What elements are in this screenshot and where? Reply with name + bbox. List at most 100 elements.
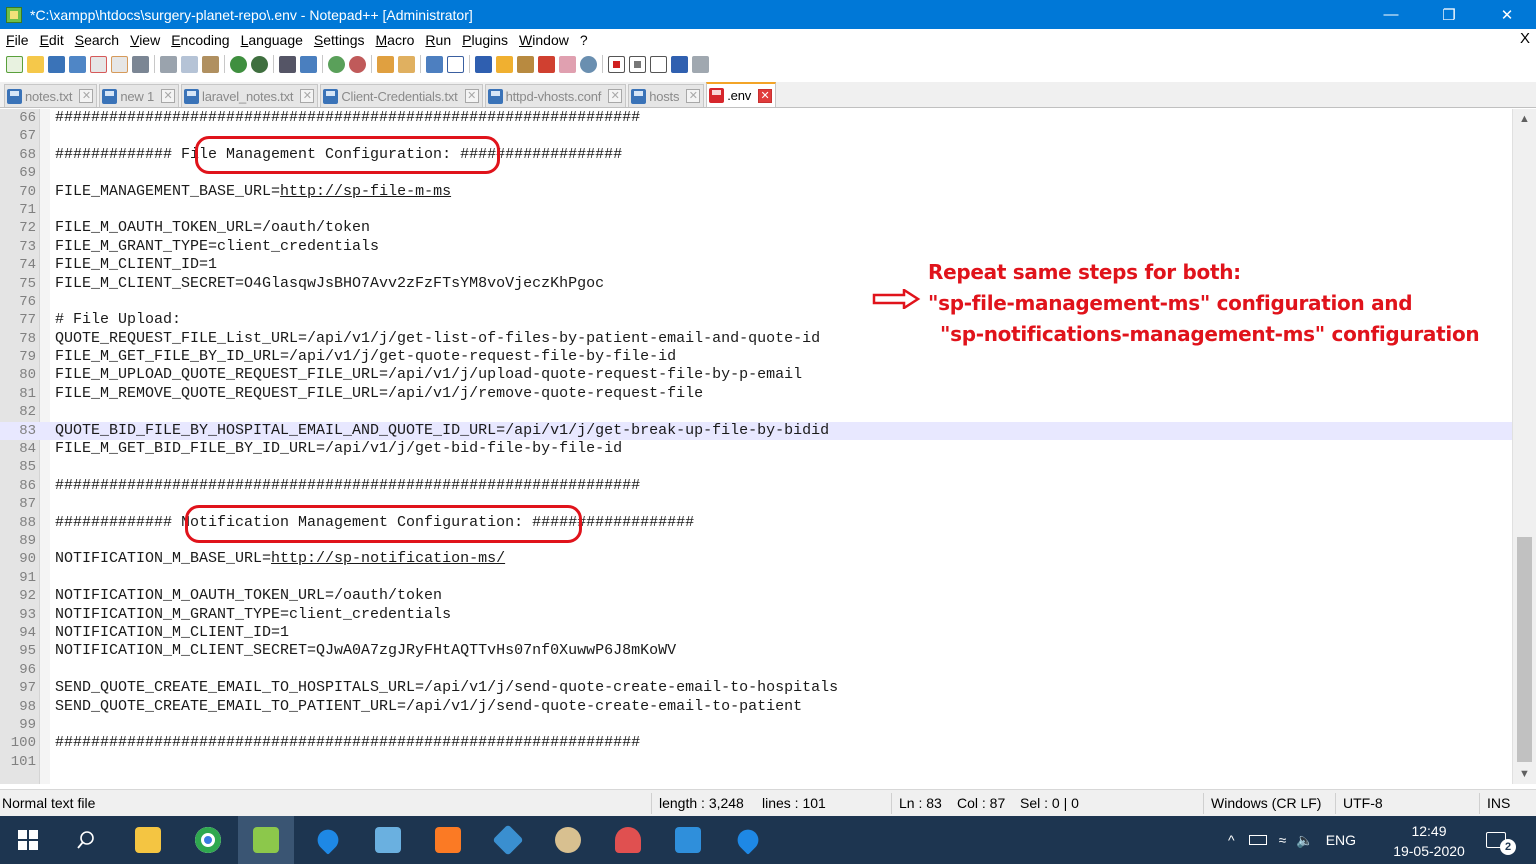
redo-icon[interactable] (251, 55, 268, 73)
close-file-icon[interactable] (90, 55, 107, 73)
url-link[interactable]: http://sp-file-m-ms (280, 183, 451, 200)
function-list-icon[interactable] (538, 55, 555, 73)
editor-line[interactable]: 90 NOTIFICATION_M_BASE_URL=http://sp-noti… (0, 550, 1512, 568)
menu-settings[interactable]: Settings (308, 32, 370, 48)
zoom-in-icon[interactable] (328, 55, 345, 73)
folder-workspace-icon[interactable] (559, 55, 576, 73)
monitoring-icon[interactable] (580, 55, 597, 73)
play-macro-icon[interactable] (650, 55, 667, 73)
taskbar-photos[interactable] (660, 816, 716, 864)
sync-horizontal-icon[interactable] (398, 55, 415, 73)
menu-view[interactable]: View (124, 32, 165, 48)
editor-line[interactable]: 92 NOTIFICATION_M_OAUTH_TOKEN_URL=/oauth/… (0, 587, 1512, 605)
tab-new-1[interactable]: new 1 ✕ (99, 84, 180, 107)
menu-search[interactable]: Search (69, 32, 124, 48)
new-file-icon[interactable] (6, 55, 23, 73)
menu-encoding[interactable]: Encoding (165, 32, 234, 48)
chevron-up-icon[interactable]: ^ (1228, 832, 1235, 848)
tab-close-icon[interactable]: ✕ (686, 89, 701, 103)
battery-icon[interactable] (1248, 835, 1267, 845)
tab-close-icon[interactable]: ✕ (608, 89, 623, 103)
paste-icon[interactable] (202, 55, 219, 73)
wifi-icon[interactable]: ≈ (1279, 832, 1287, 848)
close-all-icon[interactable] (111, 55, 128, 73)
menu-run[interactable]: Run (419, 32, 456, 48)
menu-language[interactable]: Language (235, 32, 308, 48)
taskbar-paint[interactable] (540, 816, 596, 864)
editor-line[interactable]: 84 FILE_M_GET_BID_FILE_BY_ID_URL=/api/v1/… (0, 440, 1512, 458)
menu-plugins[interactable]: Plugins (456, 32, 513, 48)
taskbar-notes-app[interactable] (360, 816, 416, 864)
taskbar-chrome[interactable] (180, 816, 236, 864)
volume-icon[interactable]: 🔈 (1296, 832, 1313, 849)
editor-line[interactable]: 86 ######################################… (0, 477, 1512, 495)
text-editor[interactable]: 66 ######################################… (0, 109, 1536, 784)
editor-line[interactable]: 99 (0, 716, 1512, 734)
taskbar-file-explorer[interactable] (120, 816, 176, 864)
zoom-out-icon[interactable] (349, 55, 366, 73)
tab-close-icon[interactable]: ✕ (161, 89, 176, 103)
scroll-down-icon[interactable]: ▼ (1513, 764, 1536, 784)
editor-line[interactable]: 93 NOTIFICATION_M_GRANT_TYPE=client_crede… (0, 606, 1512, 624)
taskbar-notepadpp[interactable] (238, 816, 294, 864)
tab-client-credentials[interactable]: Client-Credentials.txt ✕ (320, 84, 483, 107)
restore-button[interactable]: ❐ (1420, 0, 1478, 29)
editor-line[interactable]: 98 SEND_QUOTE_CREATE_EMAIL_TO_PATIENT_URL… (0, 698, 1512, 716)
input-language[interactable]: ENG (1326, 832, 1356, 848)
tab-close-icon[interactable]: ✕ (464, 89, 479, 103)
status-eol[interactable]: Windows (CR LF) (1211, 795, 1321, 811)
sync-vertical-icon[interactable] (377, 55, 394, 73)
editor-line[interactable]: 83 QUOTE_BID_FILE_BY_HOSPITAL_EMAIL_AND_Q… (0, 421, 1512, 441)
copy-icon[interactable] (181, 55, 198, 73)
search-button[interactable] (58, 816, 114, 864)
taskbar-xampp[interactable] (420, 816, 476, 864)
menu-edit[interactable]: Edit (34, 32, 69, 48)
editor-line[interactable]: 73 FILE_M_GRANT_TYPE=client_credentials (0, 238, 1512, 256)
run-macro-multiple-icon[interactable] (671, 55, 688, 73)
language-udl-icon[interactable] (496, 55, 513, 73)
tab-laravel-notes[interactable]: laravel_notes.txt ✕ (181, 84, 319, 107)
tab-hosts[interactable]: hosts ✕ (628, 84, 705, 107)
menu-help[interactable]: ? (574, 32, 593, 48)
status-encoding[interactable]: UTF-8 (1343, 795, 1383, 811)
editor-line[interactable]: 101 (0, 753, 1512, 771)
tab-close-icon[interactable]: ✕ (79, 89, 94, 103)
taskbar-snipping-tool[interactable] (600, 816, 656, 864)
editor-line[interactable]: 66 ######################################… (0, 109, 1512, 127)
scroll-up-icon[interactable]: ▲ (1513, 109, 1536, 129)
word-wrap-icon[interactable] (426, 55, 443, 73)
show-all-characters-icon[interactable] (447, 55, 464, 73)
scrollbar-thumb[interactable] (1517, 537, 1532, 762)
menu-file[interactable]: File (0, 32, 34, 48)
find-icon[interactable] (279, 55, 296, 73)
replace-icon[interactable] (300, 55, 317, 73)
save-all-icon[interactable] (69, 55, 86, 73)
tab-env[interactable]: .env ✕ (706, 82, 777, 107)
editor-line[interactable]: 85 (0, 458, 1512, 476)
status-insert-mode[interactable]: INS (1487, 795, 1510, 811)
doc-map-icon[interactable] (517, 55, 534, 73)
tab-close-icon[interactable]: ✕ (758, 88, 773, 103)
menu-window[interactable]: Window (513, 32, 574, 48)
editor-line[interactable]: 100 #####################################… (0, 734, 1512, 752)
undo-icon[interactable] (230, 55, 247, 73)
menu-macro[interactable]: Macro (370, 32, 420, 48)
editor-line[interactable]: 71 (0, 201, 1512, 219)
tab-notes-txt[interactable]: notes.txt ✕ (4, 84, 98, 107)
editor-line[interactable]: 82 (0, 403, 1512, 421)
open-file-icon[interactable] (27, 55, 44, 73)
taskbar-maps-pin-2[interactable] (720, 816, 776, 864)
url-link[interactable]: http://sp-notification-ms/ (271, 550, 505, 567)
taskbar-git-tool[interactable] (480, 816, 536, 864)
close-document-button[interactable]: X (1520, 30, 1530, 47)
editor-line[interactable]: 94 NOTIFICATION_M_CLIENT_ID=1 (0, 624, 1512, 642)
indent-guide-icon[interactable] (475, 55, 492, 73)
editor-line[interactable]: 96 (0, 661, 1512, 679)
close-window-button[interactable]: ✕ (1478, 0, 1536, 29)
print-icon[interactable] (132, 55, 149, 73)
editor-lines[interactable]: 66 ######################################… (0, 109, 1512, 771)
minimize-button[interactable]: — (1362, 0, 1420, 29)
editor-line[interactable]: 79 FILE_M_GET_FILE_BY_ID_URL=/api/v1/j/ge… (0, 348, 1512, 366)
record-macro-icon[interactable] (608, 55, 625, 73)
stop-macro-icon[interactable] (629, 55, 646, 73)
